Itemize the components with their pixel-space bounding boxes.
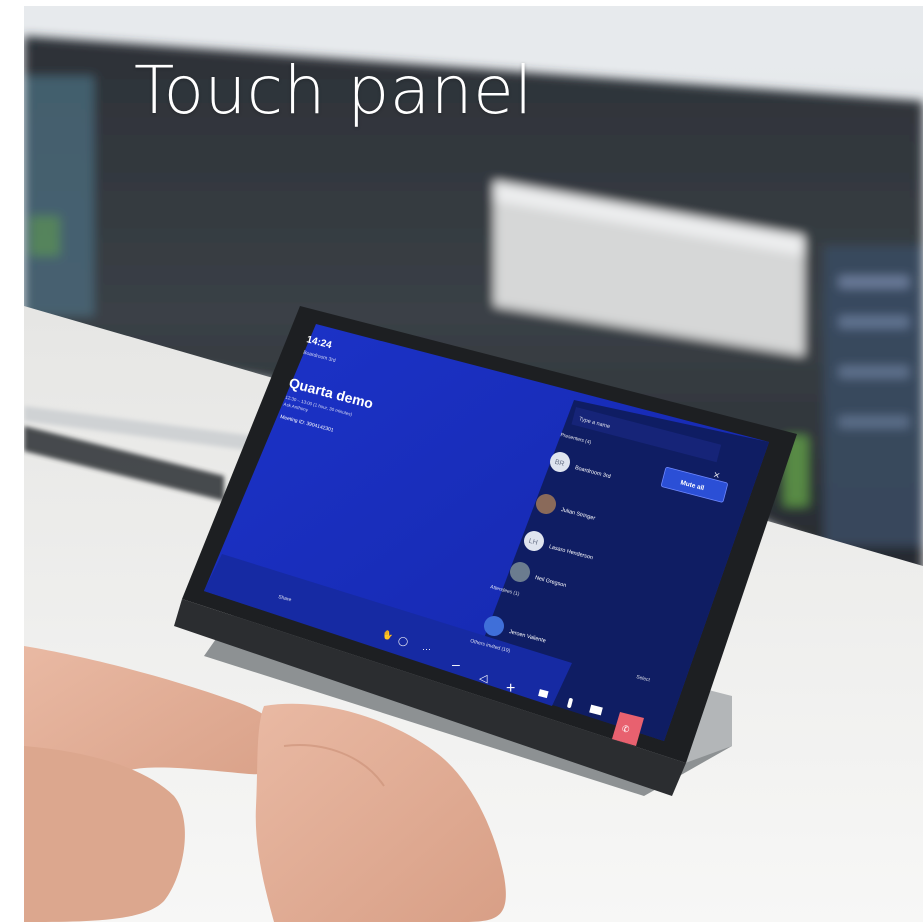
panel-time: 14:24	[305, 334, 333, 351]
avatar	[536, 494, 556, 514]
share-label[interactable]: Share	[277, 594, 292, 603]
plus-icon[interactable]: +	[506, 680, 515, 697]
participant-name: Lasaro Henderson	[548, 544, 593, 561]
avatar	[510, 562, 530, 582]
camera-icon[interactable]	[538, 689, 549, 699]
share-screen-icon[interactable]	[589, 704, 603, 716]
meeting-id: Meeting ID: 3904142301	[280, 414, 335, 434]
people-list: BR Boardroom 3rd Julian Stringer LH Lasa…	[484, 450, 614, 644]
attendees-header: Attendees (1)	[489, 584, 520, 597]
participant-name: Jeroen Valiente	[508, 629, 546, 644]
touch-panel-ui: 14:24 Boardroom 3rd Quarta demo 12:30 – …	[277, 334, 728, 734]
panel-room-name: Boardroom 3rd	[302, 350, 336, 364]
chat-icon[interactable]: ◯	[398, 636, 408, 647]
list-item[interactable]: Julian Stringer	[534, 492, 598, 527]
participant-name: Neil Gregson	[534, 575, 567, 589]
list-item[interactable]: LH Lasaro Henderson	[522, 529, 596, 566]
presenters-header: Presenters (4)	[560, 432, 592, 446]
raise-hand-icon[interactable]: ✋	[382, 629, 393, 640]
others-invited-header: Others invited (19)	[469, 638, 511, 654]
list-item[interactable]: BR Boardroom 3rd	[548, 450, 614, 485]
participant-name: Boardroom 3rd	[574, 465, 611, 480]
call-controls: – ◁ + ✆ ✋ ◯ ···	[382, 629, 630, 734]
microphone-icon[interactable]	[567, 698, 573, 709]
page-title: Touch panel	[134, 52, 534, 129]
list-item[interactable]: Neil Gregson	[508, 560, 569, 594]
speaker-icon[interactable]: ◁	[479, 673, 488, 685]
minus-icon[interactable]: –	[452, 656, 460, 672]
hang-up-icon[interactable]: ✆	[622, 724, 630, 734]
more-options-icon[interactable]: ···	[422, 644, 431, 654]
photo-scene: 14:24 Boardroom 3rd Quarta demo 12:30 – …	[24, 6, 923, 922]
participant-name: Julian Stringer	[560, 507, 596, 522]
people-search-input[interactable]	[571, 407, 722, 463]
avatar	[484, 616, 504, 636]
select-label[interactable]: Select	[635, 674, 651, 683]
